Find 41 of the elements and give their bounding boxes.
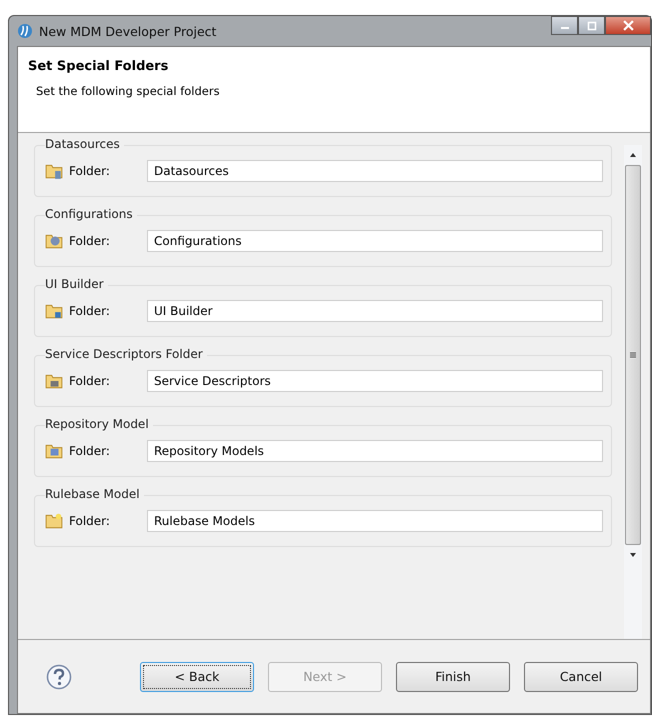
scroll-up-icon[interactable] xyxy=(629,151,637,159)
folder-icon xyxy=(45,302,63,320)
folder-label: Folder: xyxy=(69,304,111,318)
folder-label: Folder: xyxy=(69,164,111,178)
folder-icon xyxy=(45,162,63,180)
group-label: Datasources xyxy=(45,137,124,151)
folder-icon xyxy=(45,372,63,390)
app-logo-icon xyxy=(17,23,33,39)
page-title: Set Special Folders xyxy=(28,59,170,74)
folder-label: Folder: xyxy=(69,234,111,248)
window-title: New MDM Developer Project xyxy=(39,24,216,38)
folder-label: Folder: xyxy=(69,374,111,388)
help-icon[interactable] xyxy=(46,664,72,690)
group-label: Service Descriptors Folder xyxy=(45,347,207,361)
folder-field[interactable]: Configurations xyxy=(147,230,603,252)
grip-icon[interactable] xyxy=(629,351,637,359)
folder-field[interactable]: Repository Models xyxy=(147,440,603,462)
dialog-button[interactable]: Cancel xyxy=(524,662,638,692)
group-label: UI Builder xyxy=(45,277,108,291)
folder-label: Folder: xyxy=(69,444,111,458)
folder-field[interactable]: Datasources xyxy=(147,160,603,182)
page-description: Set the following special folders xyxy=(36,84,221,98)
dialog-button[interactable]: < Back xyxy=(140,662,254,692)
folder-field[interactable]: Rulebase Models xyxy=(147,510,603,532)
group-label: Rulebase Model xyxy=(45,487,144,501)
folder-field[interactable]: UI Builder xyxy=(147,300,603,322)
folder-icon xyxy=(45,232,63,250)
scrollbar[interactable] xyxy=(624,145,642,639)
folder-icon xyxy=(45,442,63,460)
folder-field[interactable]: Service Descriptors xyxy=(147,370,603,392)
group-label: Repository Model xyxy=(45,417,153,431)
dialog-button[interactable]: Finish xyxy=(396,662,510,692)
close-button[interactable] xyxy=(605,16,651,35)
scroll-thumb[interactable] xyxy=(625,165,641,545)
folder-label: Folder: xyxy=(69,514,111,528)
scroll-down-icon[interactable] xyxy=(629,551,637,559)
maximize-button[interactable] xyxy=(578,16,605,35)
close-icon[interactable] xyxy=(622,20,634,31)
minimize-button[interactable] xyxy=(551,16,578,35)
folder-icon xyxy=(45,512,63,530)
group-label: Configurations xyxy=(45,207,137,221)
